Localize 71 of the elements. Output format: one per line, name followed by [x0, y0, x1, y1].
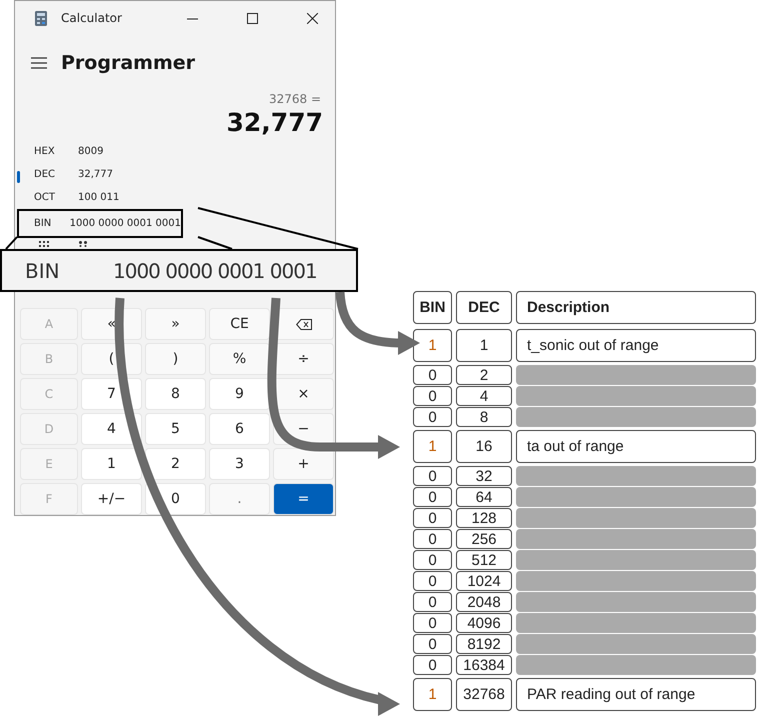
radix-value: 8009: [78, 146, 104, 158]
table-cell: 0: [413, 466, 452, 486]
result-display: 32,777: [226, 108, 324, 138]
column-header: Description: [516, 291, 756, 324]
key-button[interactable]: %: [209, 343, 270, 375]
key-button[interactable]: +/−: [81, 483, 142, 515]
table-cell: 1: [413, 430, 452, 463]
table-cell: t_sonic out of range: [516, 329, 756, 362]
key-button[interactable]: 6: [209, 413, 270, 445]
table-cell: ta out of range: [516, 430, 756, 463]
key-button[interactable]: 5: [145, 413, 206, 445]
key-button[interactable]: CE: [209, 308, 270, 340]
table-cell: 32768: [456, 678, 512, 711]
table-cell: 0: [413, 508, 452, 528]
radix-label: DEC: [34, 169, 56, 180]
table-cell: 256: [456, 529, 512, 549]
table-cell: 1024: [456, 571, 512, 591]
magnified-value: 1000 0000 0001 0001: [113, 258, 317, 282]
table-cell: 2048: [456, 592, 512, 612]
key-button[interactable]: 3: [209, 448, 270, 480]
table-cell: 1: [413, 329, 452, 362]
key-button[interactable]: 2: [145, 448, 206, 480]
window-title: Calculator: [61, 11, 123, 25]
table-cell: 0: [413, 655, 452, 675]
table-cell: 0: [413, 365, 452, 385]
table-cell: 4096: [456, 613, 512, 633]
table-cell: 16384: [456, 655, 512, 675]
key-button[interactable]: 9: [209, 378, 270, 410]
radix-row[interactable]: DEC 32,777: [17, 163, 183, 186]
table-cell: 2: [456, 365, 512, 385]
table-cell: 0: [413, 529, 452, 549]
expression: 32768 =: [268, 92, 322, 106]
key-button[interactable]: 8: [145, 378, 206, 410]
table-cell: 4: [456, 386, 512, 406]
radix-row[interactable]: HEX 8009: [17, 140, 183, 164]
table-cell: 0: [413, 571, 452, 591]
radix-label: OCT: [34, 192, 56, 204]
table-cell: 64: [456, 487, 512, 507]
table-cell: 0: [413, 613, 452, 633]
highlight-frame[interactable]: BIN 1000 0000 0001 0001: [17, 209, 183, 238]
table-cell: 1: [456, 329, 512, 362]
radix-label: BIN: [34, 218, 52, 230]
table-cell: 128: [456, 508, 512, 528]
equals-button[interactable]: =: [273, 483, 334, 515]
table-cell: PAR reading out of range: [516, 678, 756, 711]
table-cell: 0: [413, 487, 452, 507]
table-cell: 0: [413, 592, 452, 612]
key-button[interactable]: ): [145, 343, 206, 375]
table-cell: 0: [413, 386, 452, 406]
column-header: BIN: [413, 291, 452, 324]
table-cell: 0: [413, 407, 452, 427]
key-button[interactable]: »: [145, 308, 206, 340]
radix-row[interactable]: OCT 100 011: [17, 186, 183, 210]
table-cell: 32: [456, 466, 512, 486]
table-cell: 0: [413, 634, 452, 654]
key-button[interactable]: .: [209, 483, 270, 515]
mode-title: Programmer: [61, 52, 195, 74]
radix-value: 100 011: [78, 192, 120, 204]
table-cell: 8192: [456, 634, 512, 654]
table-cell: 1: [413, 678, 452, 711]
column-header: DEC: [456, 291, 512, 324]
radix-value: 32,777: [78, 169, 113, 180]
table-cell: 16: [456, 430, 512, 463]
key-button[interactable]: +: [273, 448, 334, 480]
radix-label: HEX: [34, 146, 56, 158]
key-button[interactable]: 1: [81, 448, 142, 480]
table-cell: 0: [413, 550, 452, 570]
magnified-label: BIN: [25, 258, 61, 282]
table-cell: 8: [456, 407, 512, 427]
radix-value: 1000 0000 0001 0001: [70, 218, 181, 230]
table-cell: 512: [456, 550, 512, 570]
